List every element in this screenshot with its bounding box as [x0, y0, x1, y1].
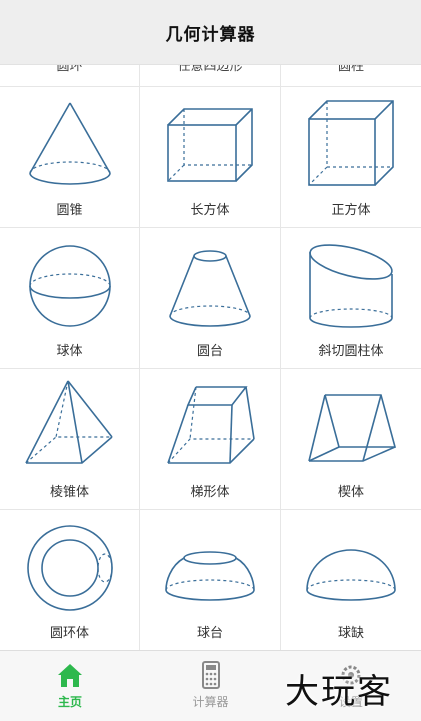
app-header: 几何计算器 [0, 0, 421, 65]
shape-label: 圆锥 [56, 203, 83, 218]
shape-label: 圆台 [196, 344, 223, 359]
shape-cell-cube[interactable]: 正方体 [281, 87, 421, 228]
shape-cell-spherical-cap[interactable]: 球缺 [281, 510, 421, 650]
shape-label: 斜切圆柱体 [318, 344, 384, 359]
shape-cell-wedge[interactable]: 楔体 [281, 369, 421, 510]
cone-icon [29, 102, 111, 185]
tab-calculator[interactable]: 计算器 [140, 651, 281, 721]
pyramid-icon [25, 380, 113, 464]
torus-icon [27, 525, 113, 611]
shape-cell-cone[interactable]: 圆锥 [0, 87, 140, 228]
shape-label: 正方体 [331, 203, 371, 218]
shape-label: 楔体 [337, 485, 364, 500]
shape-cell-cuboid[interactable]: 长方体 [140, 87, 281, 228]
wedge-icon [308, 394, 397, 462]
tab-home[interactable]: 主页 [0, 651, 140, 721]
shape-cell-cylinder[interactable]: 圆柱 [281, 64, 421, 86]
shape-cell-annulus[interactable]: 圆环 [0, 64, 140, 86]
shape-cell-pyramid[interactable]: 棱锥体 [0, 369, 140, 510]
oblique-cylinder-icon [309, 244, 393, 328]
shape-label: 任意四边形 [177, 64, 243, 74]
home-icon [58, 664, 82, 687]
shape-cell-quadrilateral[interactable]: 任意四边形 [140, 64, 281, 86]
cuboid-icon [167, 108, 253, 182]
frustum-icon [169, 250, 251, 327]
shape-label: 圆环体 [49, 626, 89, 641]
shape-cell-trapezoid-prism[interactable]: 梯形体 [140, 369, 281, 510]
partial-row: 圆环 任意四边形 圆柱 [0, 64, 421, 87]
watermark-text: 大玩客 [285, 672, 393, 712]
calculator-icon [201, 661, 220, 689]
shape-grid: 圆环 任意四边形 圆柱 圆锥 长方体 正方体 球体 圆台 斜切圆柱体 棱锥体 梯… [0, 64, 421, 650]
spherical-frustum-icon [165, 551, 255, 601]
page-title: 几何计算器 [165, 24, 256, 45]
shape-cell-sphere[interactable]: 球体 [0, 228, 140, 369]
shape-label: 棱锥体 [49, 485, 89, 500]
tab-label: 主页 [57, 695, 82, 709]
tab-label: 计算器 [192, 695, 229, 709]
shape-label: 球体 [56, 344, 83, 359]
shape-label: 梯形体 [190, 485, 230, 500]
cube-icon [308, 100, 394, 186]
shape-label: 长方体 [190, 203, 230, 218]
spherical-cap-icon [306, 549, 396, 601]
trapezoid-prism-icon [167, 386, 255, 464]
shape-cell-torus[interactable]: 圆环体 [0, 510, 140, 650]
shape-label: 圆柱 [337, 64, 364, 74]
sphere-icon [29, 245, 111, 327]
shape-label: 球缺 [337, 626, 364, 641]
shape-cell-spherical-frustum[interactable]: 球台 [140, 510, 281, 650]
shape-cell-oblique-cylinder[interactable]: 斜切圆柱体 [281, 228, 421, 369]
shape-label: 球台 [196, 626, 223, 641]
shape-label: 圆环 [56, 64, 83, 74]
shape-cell-frustum[interactable]: 圆台 [140, 228, 281, 369]
